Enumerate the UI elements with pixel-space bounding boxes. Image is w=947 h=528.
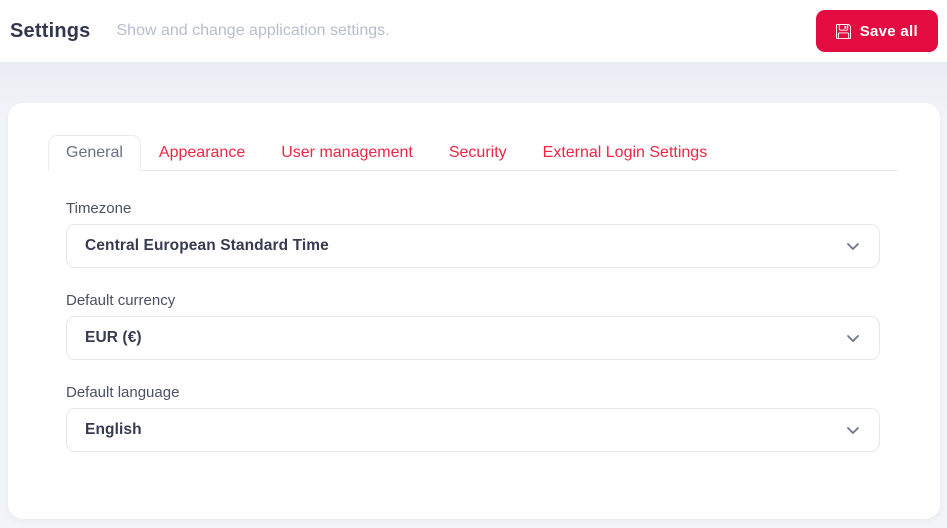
timezone-label: Timezone [66,200,880,217]
timezone-select[interactable]: Central European Standard Time [66,224,880,268]
settings-card: General Appearance User management Secur… [8,103,940,519]
tab-panel-general: Timezone Central European Standard Time … [48,171,898,452]
timezone-selected-value: Central European Standard Time [85,237,329,255]
page-body: General Appearance User management Secur… [0,62,947,528]
chevron-down-icon [845,330,861,346]
tab-security[interactable]: Security [431,135,525,171]
page-title: Settings [10,20,91,43]
default-language-label: Default language [66,384,880,401]
tab-general[interactable]: General [48,135,141,171]
top-bar: Settings Show and change application set… [0,0,947,62]
tab-appearance[interactable]: Appearance [141,135,263,171]
chevron-down-icon [845,238,861,254]
default-language-selected-value: English [85,421,142,439]
default-currency-select[interactable]: EUR (€) [66,316,880,360]
chevron-down-icon [845,422,861,438]
save-all-button[interactable]: Save all [816,10,938,52]
timezone-field-group: Timezone Central European Standard Time [66,200,880,268]
tab-user-management[interactable]: User management [263,135,431,171]
default-currency-label: Default currency [66,292,880,309]
save-button-label: Save all [860,23,918,40]
save-icon [836,24,851,39]
default-currency-field-group: Default currency EUR (€) [66,292,880,360]
page-subtitle: Show and change application settings. [117,22,390,40]
default-language-field-group: Default language English [66,384,880,452]
default-currency-selected-value: EUR (€) [85,329,142,347]
tab-external-login-settings[interactable]: External Login Settings [525,135,726,171]
default-language-select[interactable]: English [66,408,880,452]
settings-tabs: General Appearance User management Secur… [48,135,898,171]
